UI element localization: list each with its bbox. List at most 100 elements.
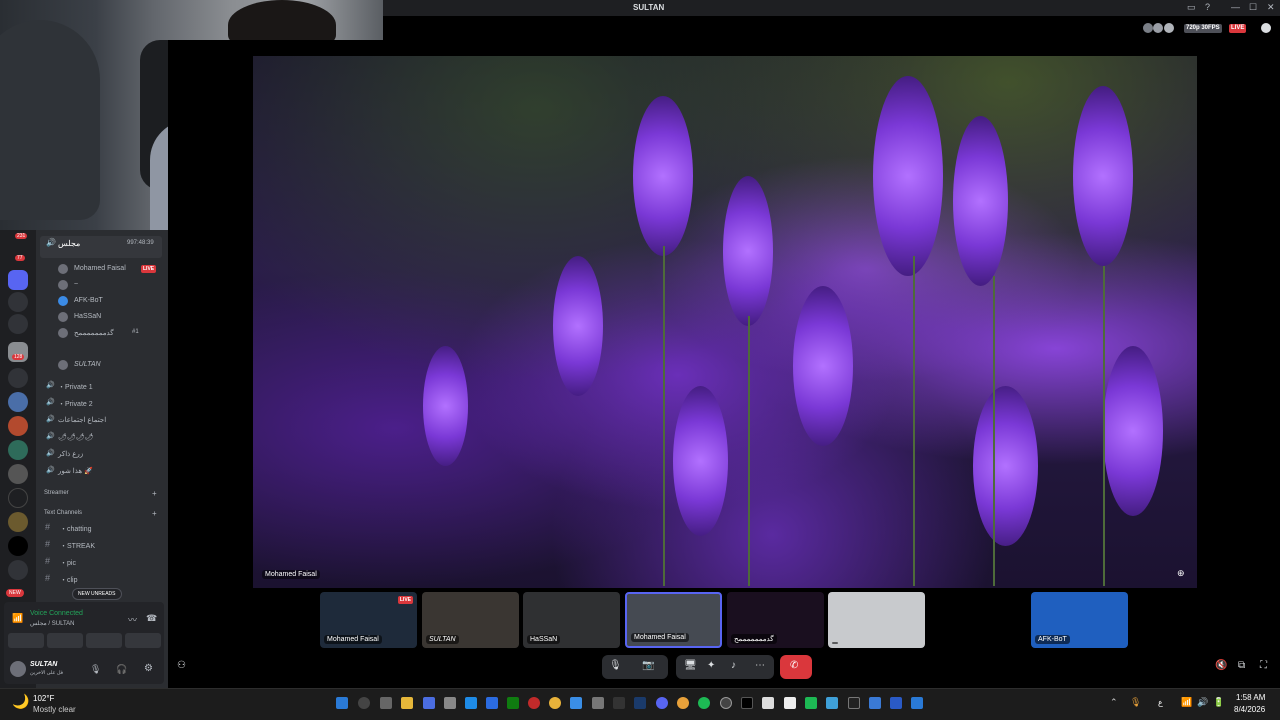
taskview-icon[interactable] — [380, 697, 392, 709]
inbox-icon[interactable]: ▭ — [1187, 2, 1196, 13]
camera-off-icon[interactable]: 📷 — [642, 660, 654, 671]
weather-icon[interactable]: 🌙 — [12, 693, 29, 710]
app-icon[interactable] — [677, 697, 689, 709]
disconnect-icon[interactable]: ☎ — [146, 613, 157, 624]
discord-icon[interactable] — [656, 697, 668, 709]
participant-tile[interactable]: SULTAN — [422, 592, 519, 648]
activities-button[interactable] — [86, 633, 122, 648]
add-channel-icon[interactable]: + — [152, 489, 157, 498]
server-icon[interactable] — [8, 512, 28, 532]
weather-desc[interactable]: Mostly clear — [33, 705, 76, 714]
text-channel[interactable]: ・STREAK — [60, 541, 95, 551]
vscode-icon[interactable] — [465, 697, 477, 709]
viewer-avatar[interactable] — [1143, 23, 1153, 33]
category-streamer[interactable]: Streamer — [44, 490, 69, 496]
server-icon[interactable] — [8, 314, 28, 334]
activities-icon[interactable]: ✦ — [707, 660, 715, 671]
text-channel[interactable]: ・chatting — [60, 524, 92, 534]
avatar[interactable] — [58, 312, 68, 322]
app-icon[interactable] — [911, 697, 923, 709]
signal-icon[interactable]: 📶 — [12, 613, 23, 624]
server-icon[interactable] — [8, 392, 28, 412]
hangup-icon[interactable]: ✆ — [790, 660, 798, 671]
text-channel[interactable]: ・clip — [60, 575, 78, 585]
tiktok-icon[interactable] — [741, 697, 753, 709]
app-icon[interactable] — [592, 697, 604, 709]
app-icon[interactable] — [869, 697, 881, 709]
app-icon[interactable] — [570, 697, 582, 709]
maximize-button[interactable]: ☐ — [1249, 2, 1257, 13]
voice-user[interactable]: HaSSaN — [74, 313, 101, 320]
screen-share-icon[interactable]: 🖥 — [684, 660, 697, 671]
app-icon[interactable] — [784, 697, 796, 709]
settings-icon[interactable]: ⚙ — [144, 663, 153, 674]
steam-icon[interactable] — [634, 697, 646, 709]
weather-temp[interactable]: 102°F — [33, 694, 54, 703]
language-indicator[interactable]: ع — [1158, 698, 1163, 707]
voice-user[interactable]: SULTAN — [74, 361, 101, 368]
app-icon[interactable] — [762, 697, 774, 709]
avatar[interactable] — [58, 360, 68, 370]
volume-icon[interactable]: 🔊 — [1197, 697, 1208, 708]
voice-user[interactable]: گدمممممممح — [74, 329, 114, 337]
noise-icon[interactable]: 〰 — [128, 613, 137, 626]
soundboard-button[interactable] — [125, 633, 161, 648]
stream-video[interactable] — [253, 56, 1197, 588]
server-icon[interactable] — [8, 488, 28, 508]
zoom-icon[interactable]: ⊕ — [1177, 568, 1185, 579]
participant-tile[interactable]: LIVE Mohamed Faisal — [320, 592, 417, 648]
settings-icon[interactable] — [444, 697, 456, 709]
clock-time[interactable]: 1:58 AM — [1236, 693, 1265, 702]
mute-stream-icon[interactable]: 🔇 — [1215, 660, 1227, 671]
text-channel[interactable]: ・pic — [60, 558, 76, 568]
xbox-icon[interactable] — [507, 697, 519, 709]
server-icon[interactable] — [8, 368, 28, 388]
headphones-icon[interactable]: 🎧 — [116, 664, 127, 675]
server-icon[interactable] — [8, 560, 28, 580]
participant-tile[interactable]: HaSSaN — [523, 592, 620, 648]
server-icon[interactable] — [8, 440, 28, 460]
server-icon[interactable] — [8, 464, 28, 484]
app-icon[interactable] — [528, 697, 540, 709]
avatar[interactable] — [58, 296, 68, 306]
avatar[interactable] — [58, 280, 68, 290]
participant-tile[interactable]: AFK-BoT — [1031, 592, 1128, 648]
channel-item[interactable]: ・Private 1 — [58, 382, 93, 392]
chat-icon[interactable] — [1261, 23, 1271, 33]
popout-icon[interactable]: ⧉ — [1238, 660, 1245, 671]
wifi-icon[interactable]: 📶 — [1181, 697, 1192, 708]
participant-tile[interactable] — [828, 592, 925, 648]
explorer-icon[interactable] — [401, 697, 413, 709]
soundboard-icon[interactable]: ♪ — [731, 660, 736, 671]
user-name[interactable]: SULTAN — [30, 661, 57, 668]
new-unreads-button[interactable]: NEW UNREADS — [72, 588, 122, 600]
search-icon[interactable] — [358, 697, 370, 709]
app-icon[interactable] — [826, 697, 838, 709]
obs-icon[interactable] — [720, 697, 732, 709]
mic-icon[interactable]: 🎙 — [609, 660, 622, 671]
channel-item[interactable]: ・Private 2 — [58, 399, 93, 409]
server-icon[interactable] — [8, 536, 28, 556]
avatar[interactable] — [58, 264, 68, 274]
channel-item[interactable]: زرع ذاكر — [58, 450, 83, 458]
minimize-button[interactable]: — — [1231, 2, 1240, 12]
viewer-avatar[interactable] — [1164, 23, 1174, 33]
app-icon[interactable] — [805, 697, 817, 709]
new-badge[interactable]: NEW — [6, 589, 24, 597]
server-icon[interactable] — [8, 292, 28, 312]
app-icon[interactable] — [848, 697, 860, 709]
voice-user[interactable]: Mohamed Faisal — [74, 265, 126, 272]
app-icon[interactable] — [486, 697, 498, 709]
app-icon[interactable] — [423, 697, 435, 709]
clock-date[interactable]: 8/4/2026 — [1234, 705, 1265, 714]
app-icon[interactable] — [613, 697, 625, 709]
chrome-icon[interactable] — [549, 697, 561, 709]
user-avatar[interactable] — [10, 661, 26, 677]
add-channel-icon[interactable]: + — [152, 509, 157, 518]
screen-share-button[interactable] — [47, 633, 83, 648]
people-icon[interactable]: ⚇ — [177, 660, 186, 671]
mic-icon[interactable]: 🎙 — [90, 664, 101, 675]
avatar[interactable] — [58, 328, 68, 338]
channel-item[interactable]: هذا شور 🚀 — [58, 467, 93, 475]
spotify-icon[interactable] — [698, 697, 710, 709]
